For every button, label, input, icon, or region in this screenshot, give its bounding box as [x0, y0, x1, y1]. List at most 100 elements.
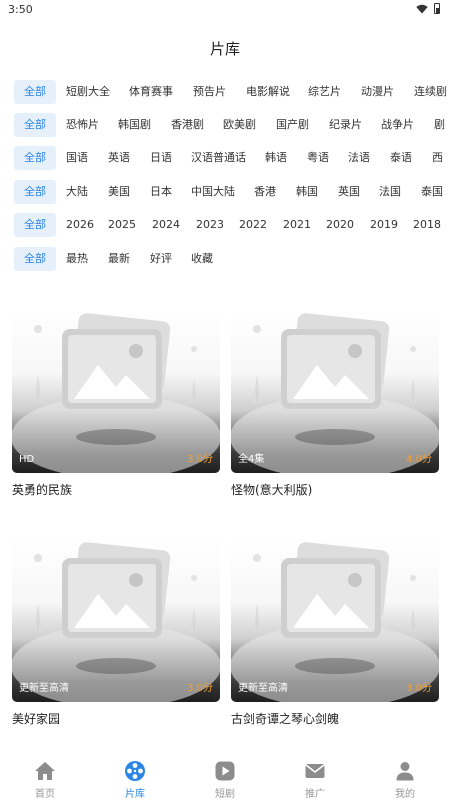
filter-row: 全部 最热 最新 好评 收藏 — [0, 247, 450, 273]
filter-chip[interactable]: 泰国 — [421, 180, 443, 204]
tab-home[interactable]: 首页 — [0, 752, 90, 800]
filter-chip-all[interactable]: 全部 — [14, 180, 56, 204]
filter-chip[interactable]: 动漫片 — [361, 80, 394, 104]
filter-chip[interactable]: 韩国剧 — [118, 113, 151, 137]
filter-chip[interactable]: 战争片 — [381, 113, 414, 137]
filter-chip[interactable]: 韩语 — [265, 146, 287, 170]
video-title[interactable]: 英勇的民族 — [12, 481, 220, 498]
filter-chip[interactable]: 法语 — [348, 146, 370, 170]
filter-row: 全部 大陆 美国 日本 中国大陆 香港 韩国 英国 法国 泰国 — [0, 180, 450, 206]
video-thumbnail[interactable]: HD 3.0分 — [12, 307, 220, 473]
tab-mail[interactable]: 推广 — [270, 752, 360, 800]
filter-chip[interactable]: 国产剧 — [276, 113, 309, 137]
filter-row: 全部 短剧大全 体育赛事 预告片 电影解说 综艺片 动漫片 连续剧 — [0, 80, 450, 106]
filter-chip-all[interactable]: 全部 — [14, 80, 56, 104]
filter-chip[interactable]: 最新 — [108, 247, 130, 271]
video-thumbnail[interactable]: 更新至高清 3.0分 — [231, 536, 439, 702]
video-title[interactable]: 古剑奇谭之琴心剑魄 — [231, 710, 439, 727]
filter-chip[interactable]: 2026 — [66, 213, 94, 237]
filter-chip[interactable]: 电影解说 — [246, 80, 290, 104]
filter-chip-all[interactable]: 全部 — [14, 213, 56, 237]
filter-chip[interactable]: 中国大陆 — [191, 180, 235, 204]
tab-user[interactable]: 我的 — [360, 752, 450, 800]
tab-label: 推广 — [305, 789, 325, 800]
filter-chip[interactable]: 2023 — [196, 213, 224, 237]
filter-chip[interactable]: 收藏 — [191, 247, 213, 271]
filter-chip[interactable]: 国语 — [66, 146, 88, 170]
quality-badge: 更新至高清 — [238, 683, 288, 694]
filter-chip[interactable]: 2024 — [152, 213, 180, 237]
video-card[interactable]: 更新至高清 3.0分 美好家园 — [12, 536, 220, 727]
mail-icon — [305, 764, 325, 778]
filter-chip[interactable]: 纪录片 — [329, 113, 362, 137]
filter-chip[interactable]: 大陆 — [66, 180, 88, 204]
filter-chip[interactable]: 汉语普通话 — [191, 146, 246, 170]
filter-chip[interactable]: 英语 — [108, 146, 130, 170]
filter-chip[interactable]: 韩国 — [296, 180, 318, 204]
tab-label: 片库 — [125, 789, 145, 800]
user-icon — [396, 762, 414, 781]
play-icon — [215, 761, 235, 781]
filter-chip[interactable]: 2020 — [326, 213, 354, 237]
image-placeholder-icon — [12, 313, 220, 473]
filter-chip[interactable]: 体育赛事 — [129, 80, 173, 104]
filter-chip-all[interactable]: 全部 — [14, 146, 56, 170]
filter-chip[interactable]: 日语 — [150, 146, 172, 170]
filter-chip[interactable]: 美国 — [108, 180, 130, 204]
filter-chip[interactable]: 好评 — [150, 247, 172, 271]
image-placeholder-icon — [231, 542, 439, 702]
status-time: 3:50 — [8, 3, 33, 16]
filter-chip[interactable]: 综艺片 — [308, 80, 341, 104]
filter-chip[interactable]: 欧美剧 — [223, 113, 256, 137]
video-card[interactable]: HD 3.0分 英勇的民族 — [12, 307, 220, 498]
filter-chip[interactable]: 泰语 — [390, 146, 412, 170]
image-placeholder-icon — [12, 542, 220, 702]
video-card[interactable]: 全4集 4.0分 怪物(意大利版) — [231, 307, 439, 498]
filter-chip[interactable]: 预告片 — [193, 80, 226, 104]
page-title: 片库 — [209, 40, 240, 58]
bottom-tab-bar: 首页 片库 短剧 推广 我的 — [0, 752, 450, 800]
filter-chip[interactable]: 香港剧 — [171, 113, 204, 137]
quality-badge: 更新至高清 — [19, 683, 69, 694]
rating-score: 4.0分 — [406, 454, 432, 465]
filter-chip[interactable]: 恐怖片 — [66, 113, 99, 137]
filter-chip[interactable]: 日本 — [150, 180, 172, 204]
filter-row: 全部 恐怖片 韩国剧 香港剧 欧美剧 国产剧 纪录片 战争片剧 — [0, 113, 450, 139]
tab-label: 我的 — [395, 789, 415, 800]
film-reel-icon — [125, 761, 145, 781]
quality-badge: HD — [19, 454, 35, 465]
image-placeholder-icon — [231, 313, 439, 473]
status-bar: 3:50 — [0, 0, 450, 22]
video-title[interactable]: 怪物(意大利版) — [231, 481, 439, 498]
video-thumbnail[interactable]: 全4集 4.0分 — [231, 307, 439, 473]
status-icons — [416, 3, 440, 14]
filter-row: 全部 2026 2025 2024 2023 2022 2021 2020 2019 2018 — [0, 213, 450, 239]
filter-chip[interactable]: 2021 — [283, 213, 311, 237]
filter-chip[interactable]: 剧 — [434, 113, 445, 137]
filter-chip[interactable]: 2019 — [370, 213, 398, 237]
filter-chip[interactable]: 短剧大全 — [66, 80, 110, 104]
filter-chip[interactable]: 2025 — [108, 213, 136, 237]
filter-chip[interactable]: 西 — [432, 146, 443, 170]
quality-badge: 全4集 — [238, 454, 265, 465]
video-title[interactable]: 美好家园 — [12, 710, 220, 727]
rating-score: 3.0分 — [187, 454, 213, 465]
filter-chip[interactable]: 法国 — [379, 180, 401, 204]
filter-chip[interactable]: 连续剧 — [414, 80, 447, 104]
filter-chip[interactable]: 2018 — [413, 213, 441, 237]
tab-film-reel[interactable]: 片库 — [90, 752, 180, 800]
filter-chip-all[interactable]: 全部 — [14, 247, 56, 271]
rating-score: 3.0分 — [187, 683, 213, 694]
filter-chip[interactable]: 最热 — [66, 247, 88, 271]
video-card[interactable]: 更新至高清 3.0分 古剑奇谭之琴心剑魄 — [231, 536, 439, 727]
tab-play[interactable]: 短剧 — [180, 752, 270, 800]
filter-chip[interactable]: 英国 — [338, 180, 360, 204]
filter-chip[interactable]: 香港 — [254, 180, 276, 204]
wifi-icon — [416, 4, 428, 13]
filter-chip[interactable]: 粤语 — [307, 146, 329, 170]
rating-score: 3.0分 — [406, 683, 432, 694]
filter-row: 全部 国语 英语 日语 汉语普通话 韩语 粤语 法语 泰语西 — [0, 146, 450, 172]
filter-chip-all[interactable]: 全部 — [14, 113, 56, 137]
video-thumbnail[interactable]: 更新至高清 3.0分 — [12, 536, 220, 702]
filter-chip[interactable]: 2022 — [239, 213, 267, 237]
